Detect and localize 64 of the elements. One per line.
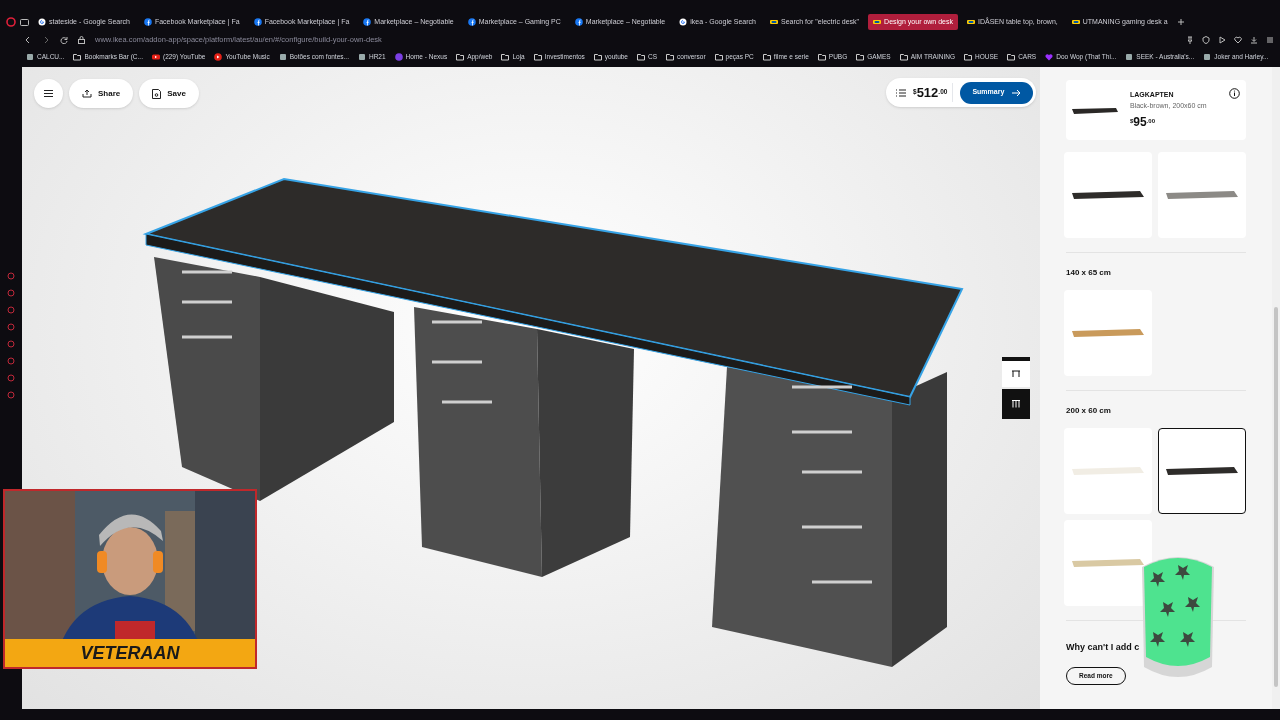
sidebar-icon [7,323,15,331]
page-icon [26,52,34,61]
ikea-icon [967,18,975,26]
heart-icon[interactable] [1234,35,1242,44]
page-icon [1125,52,1134,61]
shield-icon[interactable] [1202,35,1210,44]
folder-icon [456,52,465,61]
tabletop-option[interactable] [1158,428,1246,514]
folder-icon [501,52,510,61]
google-icon [679,18,688,26]
ikea-icon [770,18,778,26]
facebook-icon [143,18,152,26]
play-icon [151,52,160,61]
folder-icon [666,52,674,61]
reload-icon[interactable] [60,35,68,44]
new-tab-icon [1176,18,1185,26]
sidebar-icon [7,340,15,348]
sidebar-icon [7,374,15,382]
question-heading: Why can't I add c [1066,641,1141,654]
play-icon [214,52,223,61]
browser-logo-icon [6,17,16,27]
download-icon[interactable] [1250,35,1258,44]
folder-icon [593,52,602,61]
facebook-icon [467,18,476,26]
page-icon [357,52,366,61]
scrollbar-thumb[interactable] [1274,307,1278,687]
folder-icon [637,52,645,61]
ikea-icon [873,18,882,26]
heart-icon [1045,52,1054,61]
back-icon[interactable] [24,35,32,44]
folder-icon [762,52,771,61]
page-icon [278,52,287,61]
folder-icon [73,52,82,61]
folder-icon [964,52,972,61]
sidebar-icon [7,306,15,314]
tabletop-option[interactable] [1064,152,1152,238]
folder-icon [714,52,723,61]
product-price: $^{$}$95$^{.00}$ [1130,114,1157,131]
page-icon [1203,52,1212,61]
ikea-icon [1071,18,1080,26]
sidebar-icon [7,391,15,399]
google-icon [38,18,46,26]
size-heading: 200 x 60 cm [1066,405,1112,417]
folder-icon [856,52,865,61]
sidebar-icon [7,357,15,365]
folder-icon [533,52,542,61]
lock-icon [78,35,85,44]
folder-icon [899,52,908,61]
forward-icon[interactable] [42,35,50,44]
menu-icon[interactable] [1266,35,1274,44]
sidebar-icon [7,272,15,280]
facebook-icon [574,18,583,26]
size-heading: 140 x 65 cm [1066,267,1112,279]
facebook-icon [363,18,372,26]
folder-icon [817,52,826,61]
tab-list-icon [20,17,29,27]
tabletop-image [1070,106,1120,116]
play-icon[interactable] [1218,35,1226,44]
pin-icon[interactable] [1186,35,1194,44]
circle-icon [394,52,403,61]
facebook-icon [253,18,262,26]
folder-icon [1007,52,1016,61]
info-icon[interactable] [1229,88,1240,99]
sidebar-icon [7,289,15,297]
